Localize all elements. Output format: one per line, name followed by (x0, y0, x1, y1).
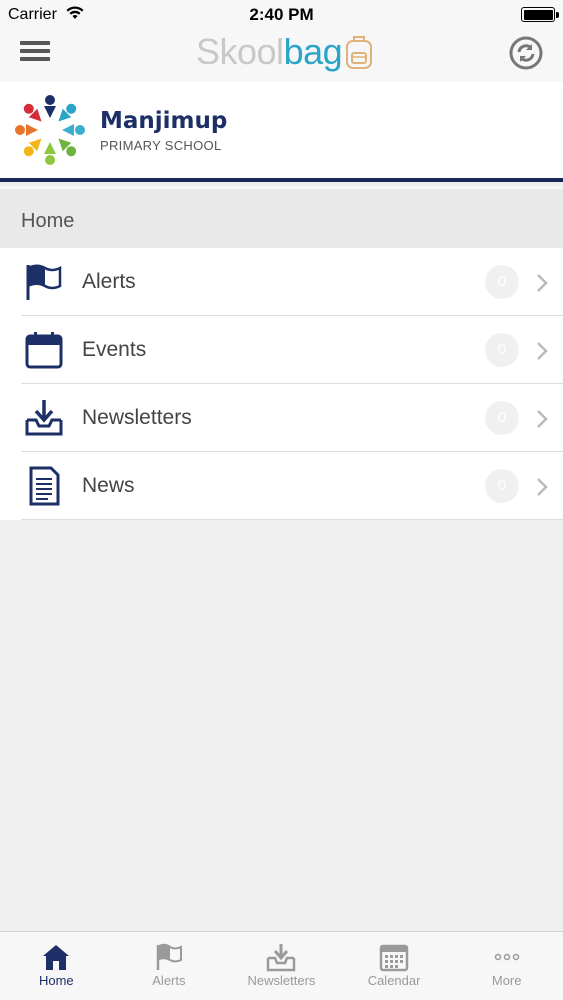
home-icon (43, 945, 70, 970)
count-badge: 0 (485, 265, 519, 299)
hamburger-icon[interactable] (20, 38, 50, 68)
tab-home[interactable]: Home (0, 932, 113, 1000)
chevron-right-icon (537, 478, 548, 496)
more-dots-icon (494, 953, 519, 961)
menu-item-alerts[interactable]: Alerts 0 (0, 248, 563, 316)
tab-label: Alerts (152, 973, 186, 988)
tab-alerts[interactable]: Alerts (113, 932, 226, 1000)
page-title: Home (21, 210, 75, 232)
tab-label: Newsletters (247, 973, 316, 988)
logo-text-bag: bag (283, 31, 343, 72)
chevron-right-icon (537, 410, 548, 428)
tab-label: More (491, 973, 522, 988)
count-badge: 0 (485, 401, 519, 435)
calendar-icon (379, 944, 409, 972)
tab-label: Calendar (367, 973, 421, 988)
school-logo-icon (15, 95, 85, 165)
sync-icon[interactable] (509, 36, 543, 70)
flag-icon (26, 264, 62, 300)
school-banner: Manjimup PRIMARY SCHOOL (0, 82, 563, 182)
tab-newsletters[interactable]: Newsletters (225, 932, 338, 1000)
tab-calendar[interactable]: Calendar (338, 932, 451, 1000)
school-subtitle: PRIMARY SCHOOL (100, 138, 222, 153)
battery-icon (521, 7, 559, 22)
home-menu-list: Alerts 0 Events 0 Newsletters 0 News 0 (0, 248, 563, 520)
menu-item-events[interactable]: Events 0 (0, 316, 563, 384)
tab-label: Home (38, 973, 74, 988)
calendar-icon (25, 332, 63, 369)
clock: 2:40 PM (249, 5, 314, 24)
backpack-icon (346, 36, 373, 69)
menu-item-news[interactable]: News 0 (0, 452, 563, 520)
menu-item-label: Alerts (82, 270, 136, 293)
menu-item-newsletters[interactable]: Newsletters 0 (0, 384, 563, 452)
inbox-download-icon (267, 944, 296, 972)
inbox-download-icon (25, 400, 63, 436)
count-badge: 0 (485, 469, 519, 503)
chevron-right-icon (537, 342, 548, 360)
app-logo: Skool bag (196, 30, 374, 74)
count-badge: 0 (485, 333, 519, 367)
menu-item-label: Events (82, 338, 147, 361)
chevron-right-icon (537, 274, 548, 292)
page-header: Home (0, 186, 563, 248)
nav-bar: Skool bag (0, 30, 563, 82)
document-icon (29, 466, 60, 506)
menu-item-label: News (82, 474, 135, 497)
school-name: Manjimup (100, 108, 228, 134)
menu-item-label: Newsletters (82, 406, 192, 429)
tab-more[interactable]: More (450, 932, 563, 1000)
status-bar: Carrier 2:40 PM (0, 0, 563, 30)
tab-bar: Home Alerts Newsletters Calendar More (0, 931, 563, 1000)
flag-icon (156, 943, 182, 970)
logo-text-skool: Skool (196, 31, 284, 72)
